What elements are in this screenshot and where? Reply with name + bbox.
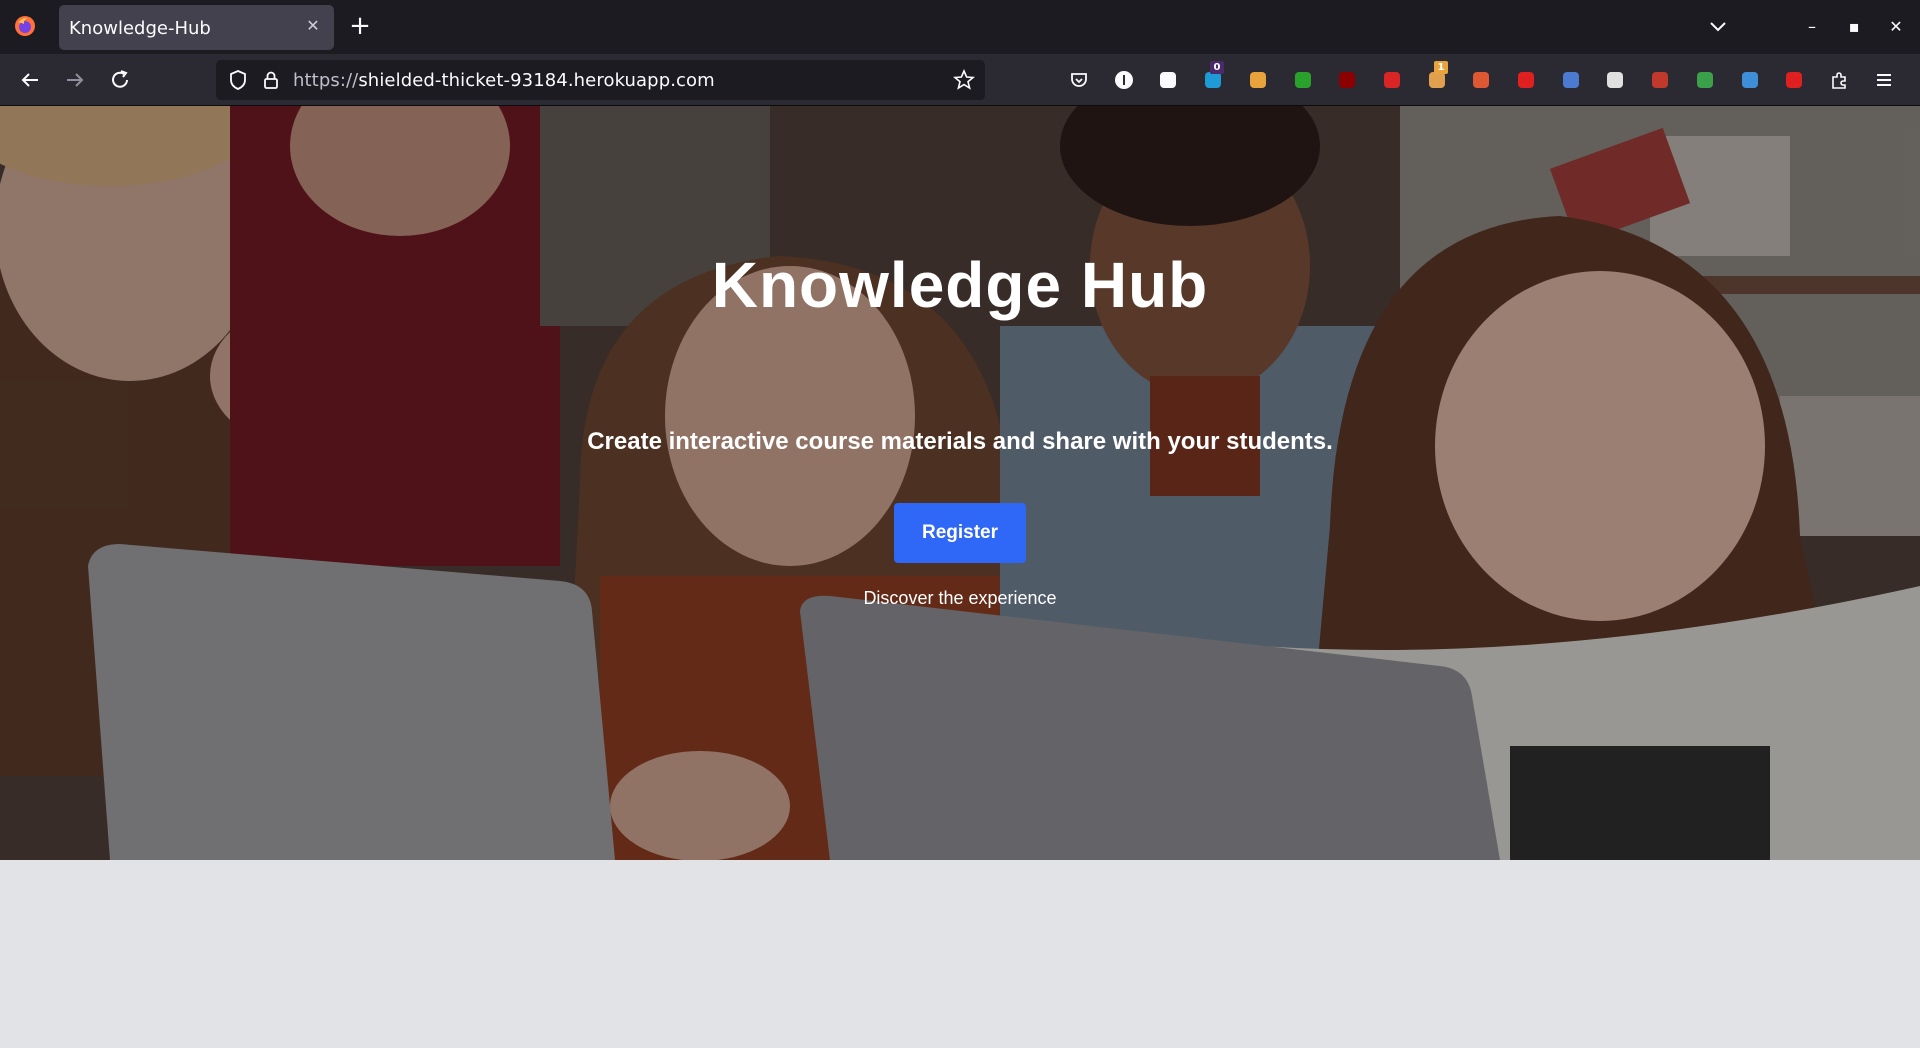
list-icon[interactable] [1560, 69, 1582, 91]
close-window-button[interactable]: ✕ [1883, 14, 1909, 40]
camera-icon[interactable] [1739, 69, 1761, 91]
extension-badge: 1 [1434, 61, 1448, 74]
pocket-icon[interactable] [1068, 69, 1090, 91]
lock-red-icon[interactable] [1515, 69, 1537, 91]
navigation-toolbar: https://shielded-thicket-93184.herokuapp… [0, 54, 1920, 106]
address-bar[interactable]: https://shielded-thicket-93184.herokuapp… [216, 60, 985, 100]
ghost-badge-icon[interactable]: 0 [1202, 61, 1224, 91]
menu-icon[interactable] [1873, 69, 1895, 91]
paw-icon[interactable] [1157, 69, 1179, 91]
hero-section: Knowledge Hub Create interactive course … [0, 106, 1920, 860]
forward-arrow-icon[interactable] [61, 66, 89, 94]
close-tab-icon[interactable]: ✕ [302, 15, 324, 37]
page-body-area [0, 860, 1920, 1048]
new-tab-button[interactable]: + [346, 13, 374, 41]
hd-icon[interactable] [1604, 69, 1626, 91]
discover-text: Discover the experience [863, 588, 1057, 608]
reload-icon[interactable] [106, 66, 134, 94]
url-host: shielded-thicket-93184.herokuapp.com [358, 70, 715, 91]
tab-strip: Knowledge-Hub ✕ + – ▪ ✕ [0, 0, 1920, 54]
shield-icon[interactable] [227, 69, 249, 91]
hero-title: Knowledge Hub [711, 249, 1209, 321]
hero-subtitle: Create interactive course materials and … [587, 428, 1333, 455]
extension-badge: 0 [1210, 61, 1224, 74]
url-protocol: https:// [293, 70, 359, 91]
bookmark-star-icon[interactable] [953, 69, 975, 91]
hero-overlay [0, 106, 1920, 860]
wand-icon[interactable] [1381, 69, 1403, 91]
back-arrow-icon[interactable] [16, 66, 44, 94]
download-arrow-icon[interactable] [1292, 69, 1314, 91]
gem-icon[interactable] [1694, 69, 1716, 91]
firefox-logo-icon[interactable] [14, 15, 36, 37]
tab-knowledge-hub[interactable]: Knowledge-Hub ✕ [59, 5, 334, 50]
url-text[interactable]: https://shielded-thicket-93184.herokuapp… [293, 70, 715, 91]
lock-icon[interactable] [260, 69, 282, 91]
minimize-button[interactable]: – [1799, 14, 1825, 40]
chevron-down-icon[interactable] [1706, 14, 1730, 38]
puzzle-icon[interactable] [1828, 69, 1850, 91]
duckduckgo-icon[interactable] [1470, 69, 1492, 91]
maximize-button[interactable]: ▪ [1841, 14, 1867, 40]
hand-badge-icon[interactable]: 1 [1426, 61, 1448, 91]
ublock-icon[interactable] [1336, 69, 1358, 91]
yd-icon[interactable] [1649, 69, 1671, 91]
tab-title: Knowledge-Hub [69, 18, 211, 39]
dots-icon[interactable] [1247, 69, 1269, 91]
info-icon[interactable] [1113, 69, 1135, 91]
save-red-icon[interactable] [1783, 69, 1805, 91]
register-button[interactable]: Register [894, 503, 1026, 563]
